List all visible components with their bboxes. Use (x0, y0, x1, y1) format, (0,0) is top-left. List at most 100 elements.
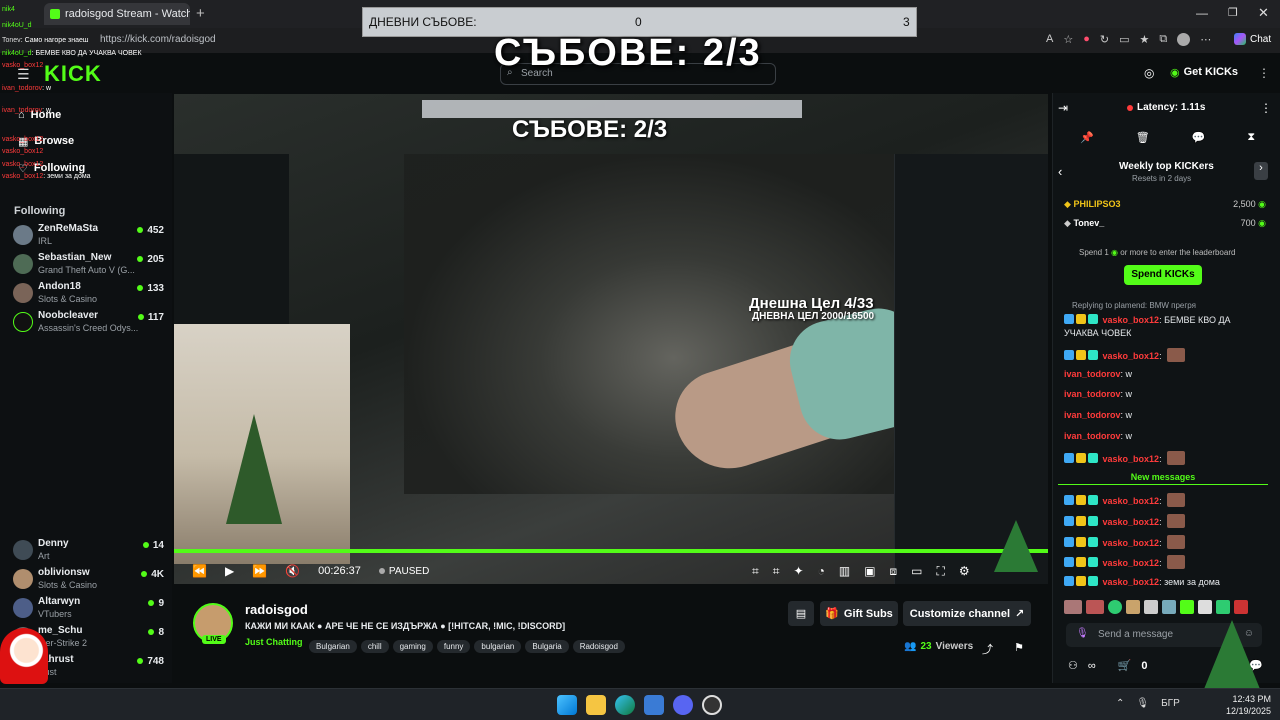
video-progress-bar[interactable] (174, 549, 1048, 553)
discord-icon[interactable] (673, 695, 693, 715)
customize-channel-button[interactable]: Customize channel ↗ (903, 601, 1031, 626)
file-explorer-icon[interactable] (586, 695, 606, 715)
chat-bubble-icon[interactable]: 💬 (1192, 131, 1206, 144)
following-item[interactable]: oblivionsw Slots & Casino 4K (8, 565, 168, 595)
settings-icon[interactable]: ⚙ (959, 564, 970, 579)
stream-category[interactable]: Just Chatting (245, 637, 303, 647)
emote-image[interactable] (1126, 600, 1140, 614)
speed-icon[interactable]: ◔ (818, 564, 825, 579)
emote-image[interactable] (1064, 600, 1082, 614)
avatar (13, 283, 33, 303)
new-messages-divider[interactable]: New messages (1058, 472, 1268, 485)
crown-badge-icon (1076, 350, 1086, 360)
tag[interactable]: funny (436, 640, 471, 653)
fullscreen-icon[interactable]: ⛶ (937, 564, 945, 579)
sparkle-icon[interactable]: ✦ (794, 564, 804, 579)
refresh-icon[interactable]: ↻ (1100, 33, 1109, 46)
streamer-name[interactable]: radoisgod (245, 602, 308, 617)
collapse-chat-icon[interactable]: ⇥ (1058, 101, 1068, 115)
spend-kicks-button[interactable]: Spend KICKs (1124, 265, 1202, 285)
more-icon[interactable]: ⋯ (1200, 33, 1211, 46)
hourglass-icon[interactable]: ⧗ (1247, 131, 1255, 144)
emote-image[interactable] (1086, 600, 1104, 614)
chat-more-icon[interactable]: ⋮ (1260, 101, 1272, 115)
language-indicator[interactable]: БГР (1161, 698, 1180, 709)
rewind-icon[interactable]: ⏪ (192, 564, 207, 578)
extension-icon[interactable]: ● (1083, 33, 1090, 46)
tag[interactable]: chill (360, 640, 389, 653)
mod-badge-icon (1064, 537, 1074, 547)
mute-icon[interactable]: 🔇 (285, 564, 300, 578)
get-kicks-button[interactable]: ◉ Get KICKs (1170, 66, 1238, 79)
favorite-star-icon[interactable]: ☆ (1063, 33, 1073, 46)
stats-icon[interactable]: ▥ (839, 564, 850, 579)
emote-image[interactable] (1234, 600, 1248, 614)
new-tab-button[interactable]: + (196, 5, 205, 22)
tag[interactable]: Bulgaria (525, 640, 569, 653)
trash-icon[interactable]: 🗑 (1136, 131, 1150, 144)
emote-image[interactable] (1144, 600, 1158, 614)
daily-subs-label: ДНЕВНИ СЪБОВЕ: (369, 15, 477, 29)
minimize-button[interactable]: — (1196, 6, 1208, 20)
maximize-button[interactable]: ❐ (1228, 6, 1238, 19)
pip-icon[interactable]: ▣ (864, 564, 875, 579)
split-screen-icon[interactable]: ▭ (1119, 33, 1129, 46)
next-button[interactable]: › (1254, 162, 1268, 180)
emote-image[interactable] (1162, 600, 1176, 614)
close-window-button[interactable]: ✕ (1258, 5, 1269, 21)
chevron-up-icon[interactable]: ⌃ (1116, 698, 1124, 709)
copilot-button[interactable]: Chat (1234, 33, 1271, 45)
live-dot-icon (141, 571, 148, 577)
following-item[interactable]: Altarwyn VTubers 9 (8, 594, 168, 624)
mod-badge-icon (1064, 314, 1074, 324)
following-item[interactable]: ZenReMaSta IRL 452 (8, 221, 168, 251)
profile-avatar[interactable] (1177, 33, 1191, 46)
favorites-icon[interactable]: ★ (1140, 33, 1150, 46)
following-item[interactable]: Andon18 Slots & Casino 133 (8, 279, 168, 309)
emote-image[interactable] (1198, 600, 1212, 614)
tag[interactable]: gaming (392, 640, 433, 653)
store-icon[interactable]: 🛒 (1118, 659, 1132, 672)
chat-message: vasko_box12: (1064, 514, 1186, 528)
theater-icon[interactable]: ▭ (911, 564, 922, 579)
clock[interactable]: 12:43 PM 12/19/2025 (1226, 693, 1271, 717)
pin-icon[interactable]: 📌 (1080, 131, 1094, 144)
gift-subs-button[interactable]: 🎁 Gift Subs (820, 601, 898, 626)
report-icon[interactable]: ⚑ (1014, 641, 1024, 654)
share-icon[interactable]: ⤴ (982, 641, 993, 657)
sub-badge-icon (1088, 350, 1098, 360)
emote-image[interactable] (1180, 600, 1194, 614)
clip-icon[interactable]: ⌗ (773, 564, 780, 579)
tag[interactable]: Bulgarian (309, 640, 357, 653)
more-vertical-icon[interactable]: ⋮ (1258, 66, 1270, 80)
fast-forward-icon[interactable]: ⏩ (252, 564, 267, 578)
tag[interactable]: bulgarian (474, 640, 522, 653)
mic-icon[interactable]: 🎙 (1076, 628, 1089, 639)
crop-icon[interactable]: ⌗ (752, 564, 759, 579)
read-aloud-icon[interactable]: A (1046, 33, 1053, 46)
mic-tray-icon[interactable]: 🎙 (1136, 698, 1149, 709)
link-icon[interactable]: ∞ (1088, 660, 1096, 672)
emote-image[interactable] (1216, 600, 1230, 614)
chat-message: vasko_box12: (1064, 555, 1186, 569)
tag[interactable]: Radoisgod (572, 640, 625, 653)
windows-start-icon[interactable] (557, 695, 577, 715)
following-item[interactable]: Noobcleaver Assassin's Creed Odys... 117 (8, 308, 168, 338)
edge-browser-icon[interactable] (615, 695, 635, 715)
leaderboard-row: ◆ PHILIPSO3 2,500 ◉ (1064, 199, 1266, 209)
video-player[interactable]: СЪБОВЕ: 2/3 Днешна Цел 4/33 ДНЕВНА ЦЕЛ 2… (174, 94, 1048, 584)
emote-image[interactable] (1108, 600, 1122, 614)
prev-icon[interactable]: ‹ (1058, 164, 1062, 179)
play-icon[interactable]: ▶ (225, 564, 234, 578)
browser-toolbar-icons: A ☆ ● ↻ ▭ ★ ⧉ ⋯ (1046, 33, 1211, 46)
notifications-icon[interactable]: ◎ (1144, 66, 1154, 80)
clip-button[interactable]: ▤ (788, 601, 814, 626)
following-item[interactable]: Sebastian_New Grand Theft Auto V (G... 2… (8, 250, 168, 280)
obs-icon[interactable] (702, 695, 722, 715)
collections-icon[interactable]: ⧉ (1159, 33, 1167, 46)
channel-points-icon[interactable]: ⚇ (1068, 659, 1078, 672)
following-item[interactable]: Denny Art 14 (8, 536, 168, 566)
store-icon[interactable] (644, 695, 664, 715)
cast-icon[interactable]: ⧈ (890, 564, 898, 579)
goal-text-2: ДНЕВНА ЦЕЛ 2000/16500 (752, 311, 875, 322)
